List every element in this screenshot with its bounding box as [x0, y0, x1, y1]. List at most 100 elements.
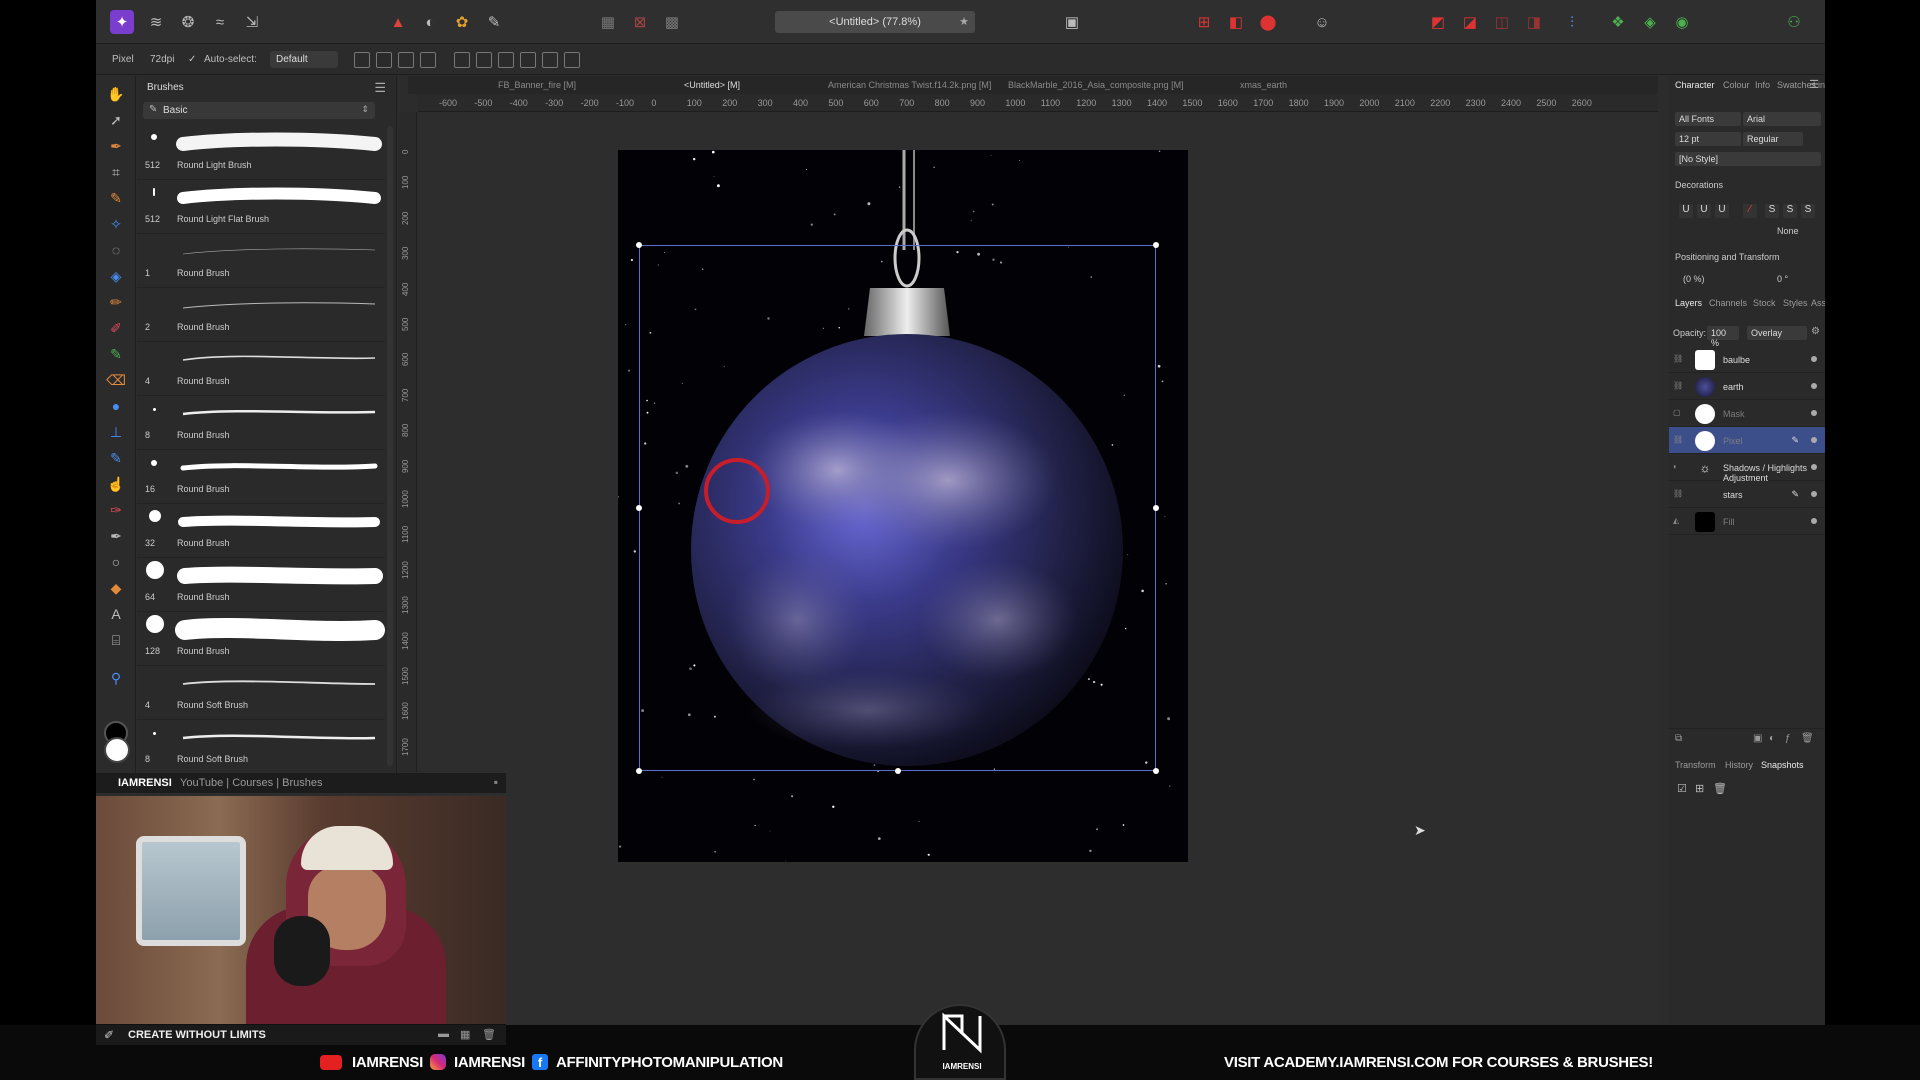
text-tool-icon[interactable]: A — [106, 604, 126, 624]
erase-brush-icon[interactable]: ⌫ — [106, 370, 126, 390]
align-right-icon[interactable] — [498, 52, 514, 68]
arrange-forward-icon[interactable]: ◩ — [1426, 10, 1450, 34]
shear-field[interactable]: 0 ° — [1777, 274, 1788, 284]
tab-colour[interactable]: Colour — [1723, 80, 1750, 90]
restore-snapshot-icon[interactable]: ☑ — [1677, 782, 1687, 795]
brush-category-dropdown[interactable]: ✎ Basic ⇕ — [143, 102, 375, 119]
blend-mode-dropdown[interactable]: Overlay — [1747, 326, 1807, 340]
auto-contrast-icon[interactable]: ◐ — [418, 10, 442, 34]
doc-tab[interactable]: xmas_earth — [1240, 80, 1287, 90]
layer-row-selected[interactable]: ⛓ Pixel ✎ — [1669, 427, 1825, 454]
double-strike-icon[interactable]: S — [1783, 204, 1797, 218]
app-logo-icon[interactable]: ✦ — [110, 10, 134, 34]
positioning-header[interactable]: Positioning and Transform — [1675, 252, 1780, 262]
visibility-toggle[interactable] — [1811, 491, 1817, 497]
baseline-field[interactable]: (0 %) — [1683, 274, 1705, 284]
brush-item[interactable]: 512 Round Light Flat Brush — [137, 180, 385, 234]
auto-select-checkbox[interactable]: ✓ — [188, 54, 196, 65]
color-picker-icon[interactable]: ⬤ — [1256, 10, 1280, 34]
no-color-icon[interactable]: ⁄ — [1743, 204, 1757, 218]
pixel-tool-icon[interactable]: ✐ — [106, 318, 126, 338]
group-icon[interactable]: ◈ — [1638, 10, 1662, 34]
deselect-icon[interactable]: ⊠ — [628, 10, 652, 34]
color-replacement-icon[interactable]: ✎ — [106, 344, 126, 364]
show-handles-icon[interactable] — [376, 52, 392, 68]
font-weight-dropdown[interactable]: Regular — [1743, 132, 1803, 146]
layer-row[interactable]: ◐ ☼ Shadows / Highlights Adjustment — [1669, 454, 1825, 483]
resize-handle[interactable] — [1153, 768, 1159, 774]
brushes-scrollbar[interactable] — [387, 126, 393, 766]
export-persona-icon[interactable]: ⇲ — [240, 10, 264, 34]
underline-accounting-icon[interactable]: U — [1715, 204, 1729, 218]
font-size-field[interactable]: 12 pt — [1675, 132, 1741, 146]
flood-fill-icon[interactable]: ◈ — [106, 266, 126, 286]
auto-select-dropdown[interactable]: Default — [270, 51, 338, 68]
arrange-front-icon[interactable]: ◫ — [1490, 10, 1514, 34]
doc-tab[interactable]: FB_Banner_fire [M] — [498, 80, 576, 90]
visibility-toggle[interactable] — [1811, 410, 1817, 416]
hand-tool-icon[interactable]: ✋ — [106, 84, 126, 104]
arrange-bottom-icon[interactable]: ◨ — [1522, 10, 1546, 34]
tab-channels[interactable]: Channels — [1709, 298, 1747, 308]
doc-tab-active[interactable]: <Untitled> [M] — [684, 80, 740, 90]
ellipse-tool-icon[interactable]: ○ — [106, 552, 126, 572]
font-collection-dropdown[interactable]: All Fonts — [1675, 112, 1741, 126]
delete-snapshot-icon[interactable]: 🗑 — [1713, 782, 1727, 795]
brush-item[interactable]: 2 Round Brush — [137, 288, 385, 342]
zoom-tool-icon[interactable]: ⚲ — [106, 668, 126, 688]
document-title-field[interactable]: <Untitled> (77.8%) ★ — [775, 11, 975, 33]
brush-item[interactable]: 4 Round Brush — [137, 342, 385, 396]
edit-brush-icon[interactable]: ✎ — [1791, 435, 1799, 446]
crop-tool-icon[interactable]: ⌗ — [106, 162, 126, 182]
resize-handle[interactable] — [895, 768, 901, 774]
tab-history[interactable]: History — [1725, 760, 1753, 770]
auto-white-balance-icon[interactable]: ✎ — [482, 10, 506, 34]
select-all-icon[interactable]: ▦ — [596, 10, 620, 34]
tab-assets[interactable]: Assets — [1811, 298, 1825, 308]
visibility-toggle[interactable] — [1811, 383, 1817, 389]
canvas-viewport[interactable]: ➤ — [418, 112, 1658, 1025]
liquify-persona-icon[interactable]: ≋ — [144, 10, 168, 34]
adjustment-layer-icon[interactable]: ◐ — [1769, 733, 1775, 744]
add-snapshot-icon[interactable]: ⊞ — [1695, 782, 1704, 795]
assistant-icon[interactable]: ◧ — [1224, 10, 1248, 34]
arrange-back-icon[interactable]: ◪ — [1458, 10, 1482, 34]
visibility-toggle[interactable] — [1811, 437, 1817, 443]
align-icon[interactable]: ⫶ — [1560, 10, 1584, 34]
invert-selection-icon[interactable]: ▩ — [660, 10, 684, 34]
brush-item[interactable]: 4 Round Soft Brush — [137, 666, 385, 720]
doc-tab[interactable]: American Christmas Twist.f14.2k.png [M] — [828, 80, 991, 90]
marquee-tool-icon[interactable]: ◌ — [106, 240, 126, 260]
brush-item[interactable]: 1 Round Brush — [137, 234, 385, 288]
strikethrough-icon[interactable]: S — [1765, 204, 1779, 218]
layer-options-icon[interactable]: ⧉ — [1675, 733, 1682, 744]
tab-snapshots[interactable]: Snapshots — [1761, 760, 1804, 770]
edit-brush-icon[interactable]: ✎ — [1791, 489, 1799, 500]
inpainting-icon[interactable]: ✑ — [106, 500, 126, 520]
transform-origin-icon[interactable] — [354, 52, 370, 68]
tab-transform[interactable]: Transform — [1675, 760, 1716, 770]
fx-icon[interactable]: ƒ — [1785, 733, 1791, 744]
resize-handle[interactable] — [1153, 505, 1159, 511]
pen-tool-icon[interactable]: ✒ — [106, 526, 126, 546]
align-vcenter-icon[interactable] — [542, 52, 558, 68]
underline-icon[interactable]: U — [1679, 204, 1693, 218]
quick-mask-icon[interactable]: ▣ — [1060, 10, 1084, 34]
primary-color-swatch[interactable] — [104, 737, 130, 763]
clone-tool-icon[interactable]: ⊥ — [106, 422, 126, 442]
brush-item[interactable]: 32 Round Brush — [137, 504, 385, 558]
visibility-toggle[interactable] — [1811, 356, 1817, 362]
tab-layers[interactable]: Layers — [1675, 298, 1702, 308]
resize-handle[interactable] — [1153, 242, 1159, 248]
font-family-dropdown[interactable]: Arial — [1743, 112, 1821, 126]
doc-tab[interactable]: BlackMarble_2016_Asia_composite.png [M] — [1008, 80, 1184, 90]
paint-brush-icon[interactable]: ✏ — [106, 292, 126, 312]
user-account-icon[interactable]: ⚇ — [1782, 10, 1806, 34]
flood-select-icon[interactable]: ✧ — [106, 214, 126, 234]
color-picker-tool-icon[interactable]: ✒ — [106, 136, 126, 156]
mask-layer-icon[interactable]: ▣ — [1753, 733, 1762, 744]
layer-row[interactable]: ⛓ baulbe — [1669, 346, 1825, 373]
develop-persona-icon[interactable]: ❂ — [176, 10, 200, 34]
visibility-toggle[interactable] — [1811, 518, 1817, 524]
tab-stock[interactable]: Stock — [1753, 298, 1776, 308]
